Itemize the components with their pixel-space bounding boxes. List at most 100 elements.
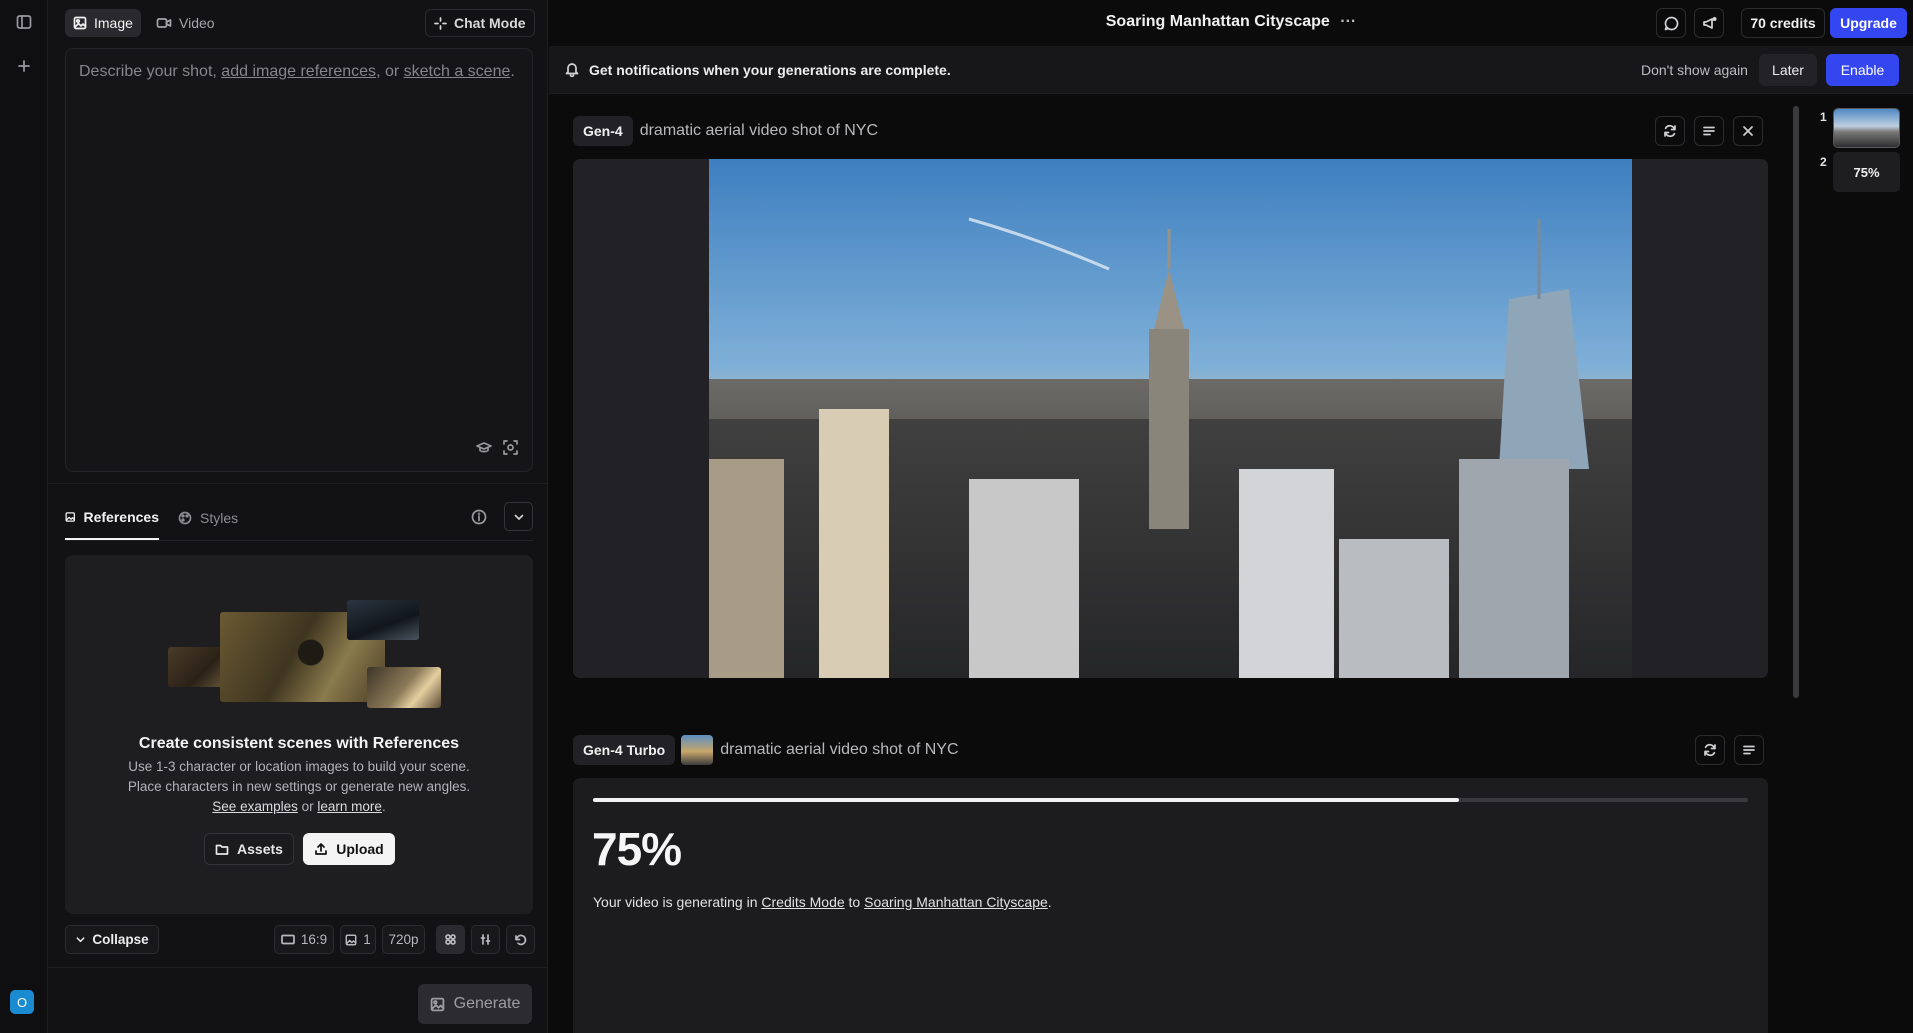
- scrollbar[interactable]: [1793, 106, 1799, 698]
- feedback-icon[interactable]: [1656, 8, 1686, 38]
- queue-index: 2: [1820, 155, 1827, 169]
- details-icon[interactable]: [1734, 735, 1764, 765]
- references-links: See examples or learn more.: [65, 799, 533, 814]
- tab-video[interactable]: Video: [148, 9, 223, 37]
- generation-prompt: dramatic aerial video shot of NYC: [720, 741, 959, 758]
- divider: [48, 483, 548, 484]
- notification-banner: Get notifications when your generations …: [549, 46, 1913, 94]
- generation-header: Gen-4 dramatic aerial video shot of NYC: [573, 116, 878, 146]
- reference-example-image: [347, 600, 419, 640]
- learn-more-link[interactable]: learn more: [317, 799, 382, 814]
- see-examples-link[interactable]: See examples: [212, 799, 298, 814]
- prompt-input[interactable]: Describe your shot, add image references…: [65, 48, 533, 472]
- enable-button[interactable]: Enable: [1826, 54, 1899, 86]
- info-icon[interactable]: [471, 509, 487, 525]
- project-link[interactable]: Soaring Manhattan Cityscape: [864, 894, 1048, 910]
- tab-styles[interactable]: Styles: [178, 495, 238, 540]
- divider: [48, 967, 548, 968]
- chat-mode-button[interactable]: Chat Mode: [425, 9, 535, 37]
- period-text: .: [381, 799, 386, 814]
- generated-video[interactable]: [573, 159, 1768, 678]
- prompt-scan-icon[interactable]: [503, 440, 518, 455]
- upload-button[interactable]: Upload: [303, 833, 395, 865]
- references-description: Place characters in new settings or gene…: [127, 779, 471, 794]
- generation-progress-card: 75% Your video is generating in Credits …: [573, 778, 1768, 1033]
- progress-track: [593, 798, 1748, 802]
- tab-image[interactable]: Image: [65, 9, 141, 37]
- queue-item-1[interactable]: [1833, 108, 1900, 148]
- upgrade-button[interactable]: Upgrade: [1830, 8, 1907, 38]
- status-text: to: [848, 894, 861, 910]
- status-text: Your video is generating in: [593, 894, 758, 910]
- avatar[interactable]: O: [10, 990, 34, 1014]
- folder-icon: [215, 844, 229, 855]
- progress-percent: 75%: [592, 823, 682, 875]
- aspect-ratio-icon: [281, 934, 295, 945]
- resolution-button[interactable]: 720p: [382, 925, 425, 954]
- model-badge: Gen-4: [573, 116, 633, 146]
- references-empty-state: Create consistent scenes with References…: [65, 555, 533, 914]
- reference-example-image: [367, 667, 441, 708]
- credits-mode-link[interactable]: Credits Mode: [761, 894, 844, 910]
- tab-references-label: References: [83, 508, 160, 525]
- nyc-skyline-image: [709, 159, 1632, 678]
- tab-styles-label: Styles: [200, 509, 239, 526]
- chevron-down-icon[interactable]: [504, 502, 533, 531]
- notification-message: Get notifications when your generations …: [589, 62, 951, 78]
- aspect-ratio-button[interactable]: 16:9: [274, 925, 334, 954]
- image-icon: [345, 934, 357, 945]
- rerun-icon[interactable]: [1655, 116, 1685, 146]
- reset-icon[interactable]: [506, 925, 535, 954]
- style-grid-icon[interactable]: [436, 925, 465, 954]
- placeholder-text: Describe your shot,: [79, 63, 217, 80]
- image-count-button[interactable]: 1: [340, 925, 376, 954]
- more-options-icon[interactable]: ···: [1340, 13, 1356, 30]
- rerun-icon[interactable]: [1695, 735, 1725, 765]
- reference-example-image: [168, 647, 228, 687]
- tab-references[interactable]: References: [65, 495, 159, 540]
- upload-label: Upload: [336, 841, 384, 857]
- credits-badge[interactable]: 70 credits: [1741, 8, 1825, 38]
- chevron-down-icon: [76, 937, 85, 943]
- upload-icon: [315, 843, 328, 855]
- collapse-label: Collapse: [92, 932, 149, 947]
- palette-icon: [178, 511, 192, 524]
- details-icon[interactable]: [1694, 116, 1724, 146]
- references-icon: [65, 511, 76, 522]
- bell-icon: [565, 61, 579, 77]
- placeholder-text: .: [510, 63, 515, 80]
- image-icon: [430, 997, 444, 1011]
- generation-header: Gen-4 Turbo dramatic aerial video shot o…: [573, 735, 959, 765]
- resolution-value: 720p: [388, 932, 419, 947]
- sketch-a-scene-link[interactable]: sketch a scene: [404, 63, 511, 80]
- generate-button[interactable]: Generate: [418, 984, 532, 1024]
- aspect-ratio-value: 16:9: [300, 932, 328, 947]
- queue-item-2[interactable]: 75%: [1833, 152, 1900, 192]
- generation-prompt: dramatic aerial video shot of NYC: [639, 122, 879, 139]
- prompt-placeholder: Describe your shot, add image references…: [79, 63, 515, 81]
- add-image-references-link[interactable]: add image references: [221, 63, 376, 80]
- creation-panel: Image Video Chat Mode Describe your shot…: [48, 0, 548, 1033]
- references-title: Create consistent scenes with References: [138, 735, 460, 752]
- new-session-icon[interactable]: [11, 53, 37, 79]
- or-text: or: [301, 799, 314, 814]
- queue-thumbnail: [1834, 109, 1899, 147]
- top-bar: Soaring Manhattan Cityscape ··· 70 credi…: [549, 0, 1913, 46]
- project-title-text: Soaring Manhattan Cityscape: [1105, 13, 1330, 30]
- sidebar-toggle-icon[interactable]: [11, 9, 37, 35]
- reference-thumbnail: [681, 735, 714, 765]
- assets-label: Assets: [237, 841, 283, 857]
- announcements-icon[interactable]: [1694, 8, 1724, 38]
- assets-button[interactable]: Assets: [204, 833, 294, 865]
- image-icon: [73, 16, 87, 30]
- reference-tabs: References Styles: [65, 495, 533, 541]
- later-button[interactable]: Later: [1759, 54, 1817, 86]
- collapse-button[interactable]: Collapse: [65, 925, 159, 954]
- prompt-guide-icon[interactable]: [476, 441, 492, 455]
- adjust-settings-icon[interactable]: [471, 925, 500, 954]
- video-icon: [156, 18, 172, 28]
- dont-show-again-button[interactable]: Don't show again: [1641, 62, 1748, 78]
- close-icon[interactable]: [1733, 116, 1763, 146]
- chat-mode-label: Chat Mode: [454, 15, 526, 31]
- status-text: .: [1047, 894, 1052, 910]
